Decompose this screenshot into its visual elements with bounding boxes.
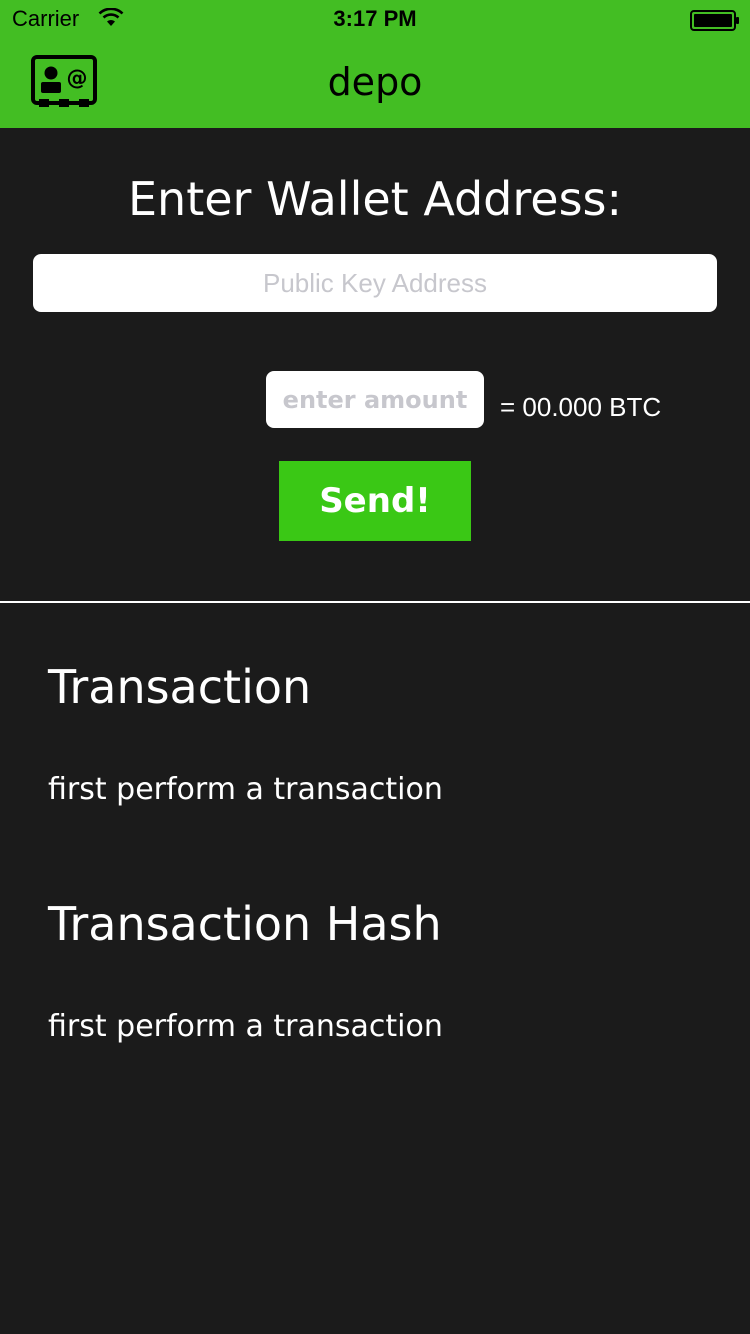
transaction-value: first perform a transaction	[48, 772, 443, 807]
transaction-title: Transaction	[48, 660, 312, 714]
battery-icon	[690, 10, 739, 31]
btc-equivalent-label: = 00.000 BTC	[500, 392, 662, 422]
nav-bar: Carrier 3:17 PM @ depo	[0, 0, 750, 128]
send-button[interactable]: Send!	[279, 461, 471, 541]
wallet-address-heading: Enter Wallet Address:	[127, 172, 623, 226]
status-time: 3:17 PM	[333, 6, 417, 31]
app-title: depo	[327, 60, 423, 104]
transaction-hash-value: first perform a transaction	[48, 1009, 443, 1044]
status-bar: Carrier 3:17 PM	[0, 0, 750, 40]
amount-input[interactable]	[266, 371, 484, 428]
public-key-address-input[interactable]	[33, 254, 717, 312]
transaction-hash-title: Transaction Hash	[48, 897, 442, 951]
section-divider	[0, 601, 750, 603]
